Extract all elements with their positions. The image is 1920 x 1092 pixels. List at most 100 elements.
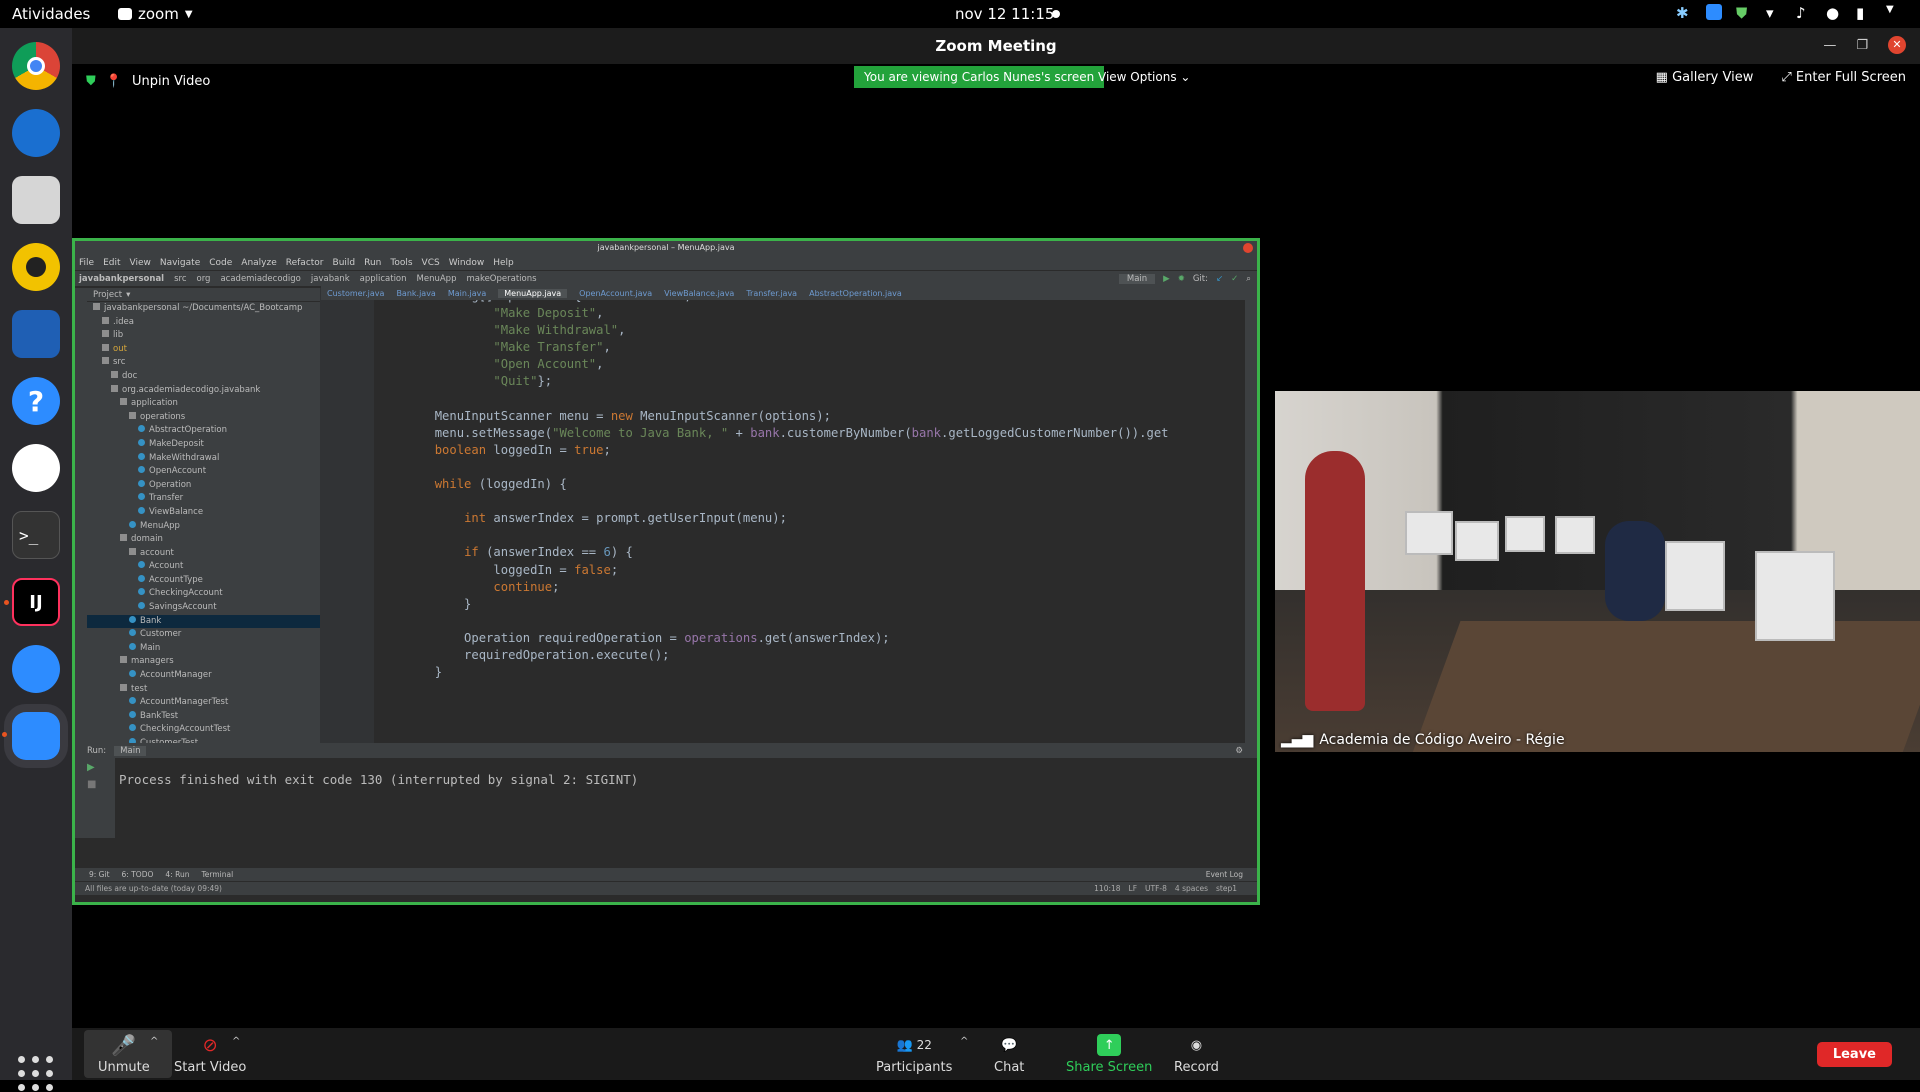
tree-item[interactable]: AccountManagerTest [87, 696, 320, 710]
menu-item[interactable]: Build [333, 258, 356, 268]
chat-button[interactable]: 💬 Chat [994, 1034, 1024, 1076]
menu-item[interactable]: File [79, 258, 94, 268]
tree-item[interactable]: AccountManager [87, 669, 320, 683]
participants-button[interactable]: 👥 22 Participants [876, 1034, 952, 1076]
chevron-up-icon[interactable]: ^ [150, 1036, 158, 1047]
menu-item[interactable]: Tools [390, 258, 412, 268]
tree-item[interactable]: domain [87, 533, 320, 547]
editor-tab[interactable]: Main.java [448, 289, 486, 298]
tree-item[interactable]: MenuApp [87, 520, 320, 534]
editor-tab[interactable]: MenuApp.java [498, 288, 568, 298]
tree-item[interactable]: BankTest [87, 710, 320, 724]
thunderbird-icon[interactable] [12, 109, 60, 157]
breadcrumb-item[interactable]: src [174, 274, 186, 284]
minimize-icon[interactable]: — [1823, 38, 1836, 53]
editor-tab[interactable]: Bank.java [396, 289, 435, 298]
tree-item[interactable]: javabankpersonal ~/Documents/AC_Bootcamp [87, 302, 320, 316]
activities-button[interactable]: Atividades [12, 5, 90, 23]
intellij-icon[interactable]: IJ [4, 578, 60, 626]
bottom-tool-tab[interactable]: Terminal [201, 870, 233, 879]
tree-item[interactable]: Account [87, 560, 320, 574]
breadcrumb-item[interactable]: application [360, 274, 407, 284]
rerun-icon[interactable]: ▶ [75, 758, 115, 777]
full-screen-button[interactable]: ⤢ Enter Full Screen [1781, 70, 1906, 85]
tree-item[interactable]: org.academiadecodigo.javabank [87, 384, 320, 398]
tree-item[interactable]: managers [87, 655, 320, 669]
chevron-down-icon[interactable]: ▼ [1886, 4, 1902, 20]
menu-item[interactable]: View [130, 258, 151, 268]
unpin-video-button[interactable]: ⛊ 📍 Unpin Video [86, 74, 210, 89]
stop-icon[interactable]: ■ [75, 777, 115, 792]
camera-video-tile[interactable]: ▂▄▆ Academia de Código Aveiro - Régie [1275, 391, 1920, 752]
leave-button[interactable]: Leave [1816, 1042, 1892, 1067]
menu-item[interactable]: Refactor [286, 258, 324, 268]
chevron-down-icon[interactable]: ▾ [126, 290, 130, 300]
menu-item[interactable]: Code [209, 258, 232, 268]
breadcrumb-item[interactable]: MenuApp [417, 274, 457, 284]
zoom-tray-icon[interactable] [1706, 4, 1722, 20]
run-icon[interactable]: ▶ [1163, 274, 1170, 284]
slack-tray-icon[interactable]: ✱ [1676, 4, 1692, 22]
record-button[interactable]: ◉ Record [1174, 1034, 1219, 1076]
menu-item[interactable]: Navigate [160, 258, 200, 268]
tree-item[interactable]: AccountType [87, 574, 320, 588]
tree-item[interactable]: CheckingAccount [87, 587, 320, 601]
editor-tab[interactable]: AbstractOperation.java [809, 289, 902, 298]
code-area[interactable]: String[] options = {"View Balance", "Mak… [376, 288, 1169, 681]
gear-icon[interactable]: ⚙ [1235, 746, 1243, 756]
tree-item[interactable]: application [87, 397, 320, 411]
tree-item[interactable]: MakeWithdrawal [87, 452, 320, 466]
tree-item[interactable]: ViewBalance [87, 506, 320, 520]
battery-icon[interactable]: ▮ [1856, 4, 1872, 22]
ide-close-icon[interactable] [1243, 243, 1253, 253]
clock[interactable]: nov 12 11:15 [955, 5, 1054, 23]
git-update-icon[interactable]: ↙ [1216, 274, 1223, 284]
tree-item[interactable]: MakeDeposit [87, 438, 320, 452]
microphone-icon[interactable]: ● [1826, 4, 1842, 22]
event-log-button[interactable]: Event Log [1206, 870, 1243, 879]
editor-tab[interactable]: Customer.java [327, 289, 384, 298]
menu-item[interactable]: Edit [103, 258, 120, 268]
tree-item[interactable]: test [87, 683, 320, 697]
tree-item[interactable]: operations [87, 411, 320, 425]
status-item[interactable]: 110:18 [1094, 884, 1120, 893]
wifi-icon[interactable]: ▾ [1766, 4, 1782, 22]
bottom-tool-tab[interactable]: 9: Git [89, 870, 110, 879]
chrome-icon[interactable] [12, 42, 60, 90]
tree-item[interactable]: lib [87, 329, 320, 343]
gallery-view-button[interactable]: ▦ Gallery View [1656, 70, 1754, 85]
shared-screen[interactable]: javabankpersonal – MenuApp.java File Edit… [72, 238, 1260, 905]
zoom-icon[interactable] [12, 645, 60, 693]
system-tray[interactable]: ✱ ⛊ ▾ ♪ ● ▮ ▼ [1676, 4, 1902, 22]
tree-item[interactable]: Customer [87, 628, 320, 642]
help-icon[interactable]: ? [12, 377, 60, 425]
run-config-select[interactable]: Main [1118, 273, 1156, 284]
tree-item[interactable]: doc [87, 370, 320, 384]
close-icon[interactable]: ✕ [1888, 36, 1906, 54]
breadcrumb-item[interactable]: makeOperations [466, 274, 536, 284]
breadcrumb-item[interactable]: org [197, 274, 211, 284]
bottom-tool-tab[interactable]: 6: TODO [122, 870, 154, 879]
chevron-up-icon[interactable]: ^ [232, 1036, 240, 1047]
view-options-button[interactable]: View Options ⌄ [1092, 66, 1196, 88]
zoom-active-icon[interactable] [2, 712, 60, 760]
terminal-icon[interactable]: >_ [12, 511, 60, 559]
maximize-icon[interactable]: ❐ [1856, 38, 1868, 53]
tree-item[interactable]: Main [87, 642, 320, 656]
menu-item[interactable]: VCS [422, 258, 440, 268]
tree-item[interactable]: .idea [87, 316, 320, 330]
tree-item[interactable]: OpenAccount [87, 465, 320, 479]
tree-item[interactable]: src [87, 356, 320, 370]
menu-item[interactable]: Help [493, 258, 514, 268]
editor-tab[interactable]: ViewBalance.java [664, 289, 734, 298]
editor-tab[interactable]: OpenAccount.java [579, 289, 652, 298]
tree-item[interactable]: out [87, 343, 320, 357]
tree-item[interactable]: Bank [87, 614, 320, 629]
tree-item[interactable]: SavingsAccount [87, 601, 320, 615]
breadcrumb-item[interactable]: academiadecodigo [220, 274, 300, 284]
files-icon[interactable] [12, 176, 60, 224]
status-item[interactable]: step1 [1216, 884, 1237, 893]
search-icon[interactable]: ⌕ [1246, 274, 1251, 284]
tree-item[interactable]: account [87, 547, 320, 561]
status-item[interactable]: 4 spaces [1175, 884, 1208, 893]
